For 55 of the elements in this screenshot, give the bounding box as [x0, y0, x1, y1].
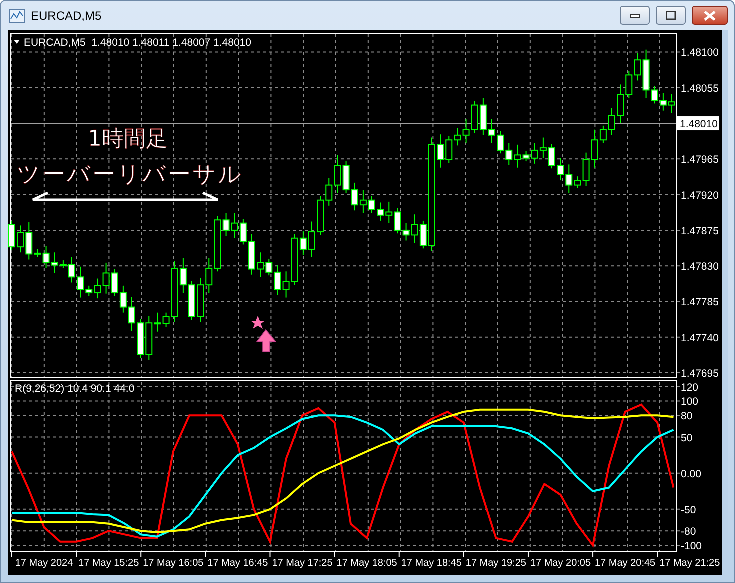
candlestick — [548, 144, 556, 170]
annotation-caption: ツーバーリバーサル — [17, 162, 244, 188]
candlestick — [368, 196, 376, 214]
time-axis-label: 17 May 18:05 — [336, 558, 398, 569]
indicator-axis-label: -80 — [681, 526, 696, 538]
candlestick — [188, 280, 196, 320]
indicator-axis-label: 80 — [681, 410, 693, 423]
time-axis-label: 17 May 20:05 — [530, 558, 592, 569]
chart-icon — [9, 8, 25, 22]
time-axis-label: 17 May 18:45 — [401, 558, 462, 569]
price-axis-label: 1.47965 — [681, 154, 719, 166]
indicator-axis-label: 120 — [681, 382, 699, 394]
window-title: EURCAD,M5 — [31, 8, 103, 22]
dropdown-arrow-icon[interactable] — [14, 40, 20, 44]
candlestick — [128, 296, 136, 332]
indicator-axis-label: 0.00 — [681, 468, 702, 480]
star-icon — [251, 316, 265, 329]
indicator-label: R(9,26,52) 10.4 90.1 44.0 — [15, 383, 135, 395]
current-price-label: 1.48010 — [677, 116, 719, 131]
indicator-axis-label: -50 — [681, 504, 696, 516]
time-axis-label: 17 May 21:25 — [660, 558, 720, 569]
time-axis-label: 17 May 16:45 — [208, 558, 268, 569]
maximize-button[interactable] — [656, 6, 686, 25]
chart-header: EURCAD,M5 1.48010 1.48011 1.48007 1.48010 — [24, 37, 252, 49]
maximize-icon — [666, 11, 676, 20]
price-axis-label: 1.48055 — [681, 82, 719, 95]
candlestick — [248, 234, 256, 276]
minimize-button[interactable] — [620, 6, 650, 25]
candlestick — [608, 108, 616, 136]
close-icon — [704, 10, 716, 20]
indicator-axis-label: -100 — [681, 540, 702, 552]
price-axis-label: 1.48100 — [681, 47, 719, 60]
arrow-up-icon — [256, 329, 277, 352]
time-axis-label: 17 May 16:05 — [143, 558, 204, 569]
close-button[interactable] — [692, 6, 728, 25]
annotation-title: 1時間足 — [88, 127, 168, 152]
time-axis-label: 17 May 19:25 — [466, 558, 526, 569]
price-axis-label: 1.47830 — [681, 261, 719, 274]
candlestick — [668, 94, 676, 114]
price-axis-label: 1.47695 — [681, 368, 719, 378]
indicator-axis-label: 50 — [681, 432, 693, 444]
candlestick — [488, 119, 496, 144]
price-axis-label: 1.47740 — [681, 332, 719, 344]
time-axis-label: 17 May 20:45 — [595, 558, 656, 569]
price-axis-label: 1.47875 — [681, 225, 719, 238]
time-axis-label: 17 May 15:25 — [78, 558, 140, 569]
price-axis-label: 1.47920 — [681, 190, 719, 202]
indicator-axis-label: 100 — [681, 396, 699, 408]
time-axis-label: 17 May 17:25 — [272, 558, 333, 569]
candlestick — [308, 221, 316, 258]
candlestick — [68, 256, 76, 284]
minimize-icon — [630, 14, 640, 18]
ref-line-label: 1.48010 — [680, 118, 718, 131]
time-axis-label: 17 May 2024 — [15, 558, 74, 569]
price-axis-label: 1.47785 — [681, 296, 719, 309]
